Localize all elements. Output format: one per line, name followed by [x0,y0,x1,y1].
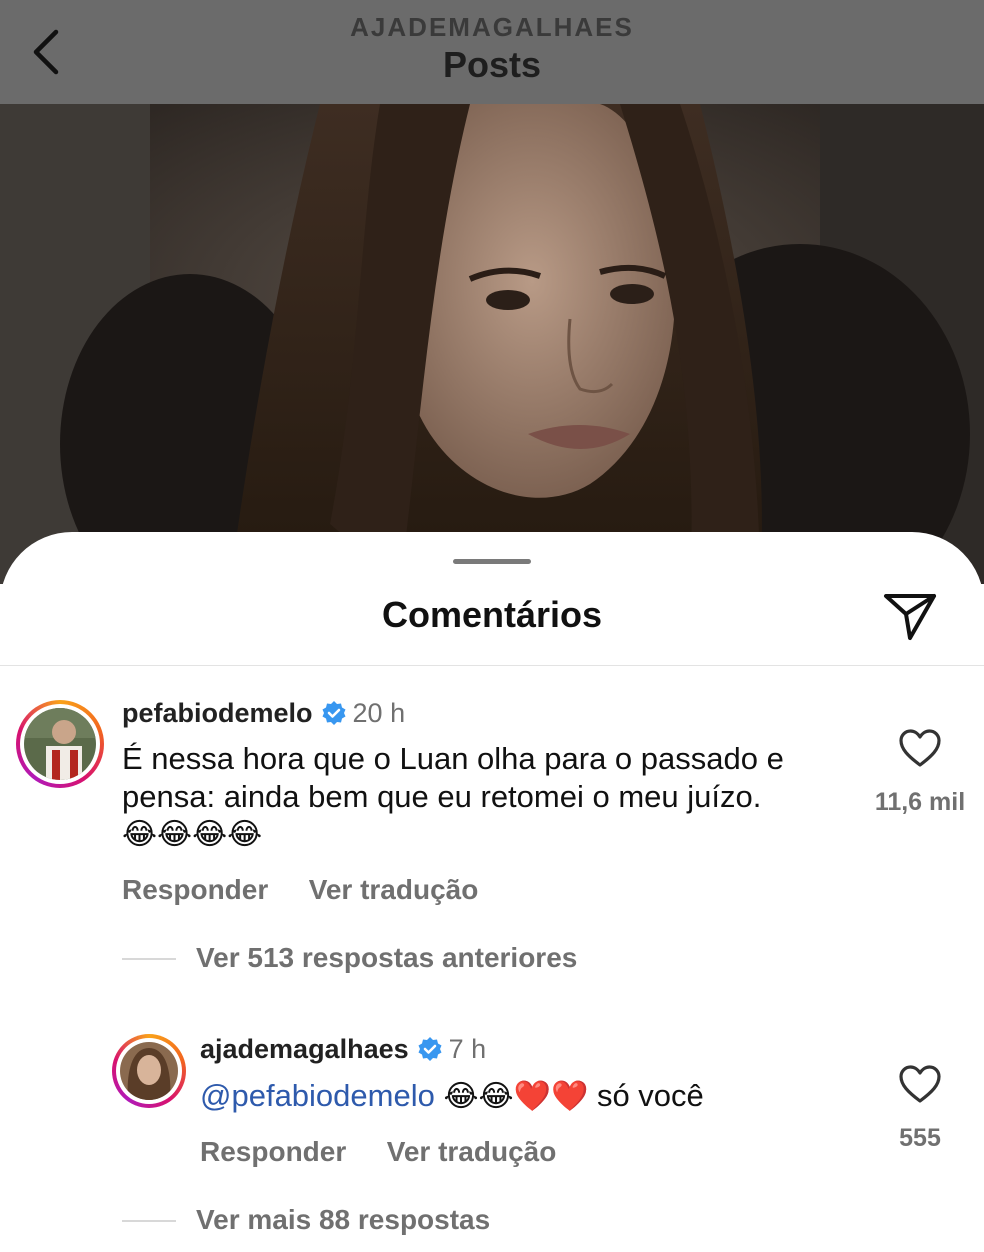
verified-badge-icon [322,701,346,725]
heart-outline-icon[interactable] [898,1064,942,1104]
comment-username[interactable]: pefabiodemelo [122,698,313,728]
share-button[interactable] [880,588,940,648]
comment-emojis: 😂😂❤️❤️ [443,1080,589,1113]
verified-badge-icon [418,1037,442,1061]
translate-button[interactable]: Ver tradução [309,874,479,905]
view-more-replies-button[interactable]: Ver mais 88 respostas [196,1204,490,1236]
comment-time: 7 h [448,1034,487,1064]
comment-text-line: pensa: ainda bem que eu retomei o meu ju… [122,779,762,814]
comment-time: 20 h [352,698,406,728]
comment-text: É nessa hora que o Luan olha para o pass… [122,740,852,854]
mention-link[interactable]: @pefabiodemelo [200,1078,435,1113]
comment-header: pefabiodemelo 20 h [122,698,405,729]
view-replies-button[interactable]: Ver 513 respostas anteriores [196,942,577,974]
paper-plane-icon [884,594,936,640]
comments-sheet: Comentários pefabiodemelo 20 h É nessa h… [0,532,984,1252]
sheet-grabber[interactable] [453,559,531,564]
like-count: 555 [899,1124,941,1152]
translate-button[interactable]: Ver tradução [387,1136,557,1167]
account-name[interactable]: AJADEMAGALHAES [0,12,984,43]
comment-emojis: 😂😂😂😂 [122,818,263,851]
thread-line [122,1220,176,1222]
sheet-title: Comentários [381,594,603,635]
comment-text-line: É nessa hora que o Luan olha para o pass… [122,741,784,776]
comment-username[interactable]: ajademagalhaes [200,1034,409,1064]
comment-actions: Responder Ver tradução [200,1136,556,1168]
comment-text-line: só você [596,1078,704,1113]
comment-header: ajademagalhaes 7 h [200,1034,486,1065]
comment-actions: Responder Ver tradução [122,874,478,906]
reply-button[interactable]: Responder [122,874,268,905]
post-image [0,104,984,584]
thread-line [122,958,176,960]
avatar[interactable] [16,700,104,788]
avatar[interactable] [112,1034,186,1108]
reply-button[interactable]: Responder [200,1136,346,1167]
page-title: Posts [442,44,542,85]
header-divider [0,665,984,666]
like-count: 11,6 mil [874,788,966,816]
heart-outline-icon[interactable] [898,728,942,768]
comment-text: @pefabiodemelo 😂😂❤️❤️ só você [200,1077,704,1116]
top-header: AJADEMAGALHAES Posts [0,0,984,104]
